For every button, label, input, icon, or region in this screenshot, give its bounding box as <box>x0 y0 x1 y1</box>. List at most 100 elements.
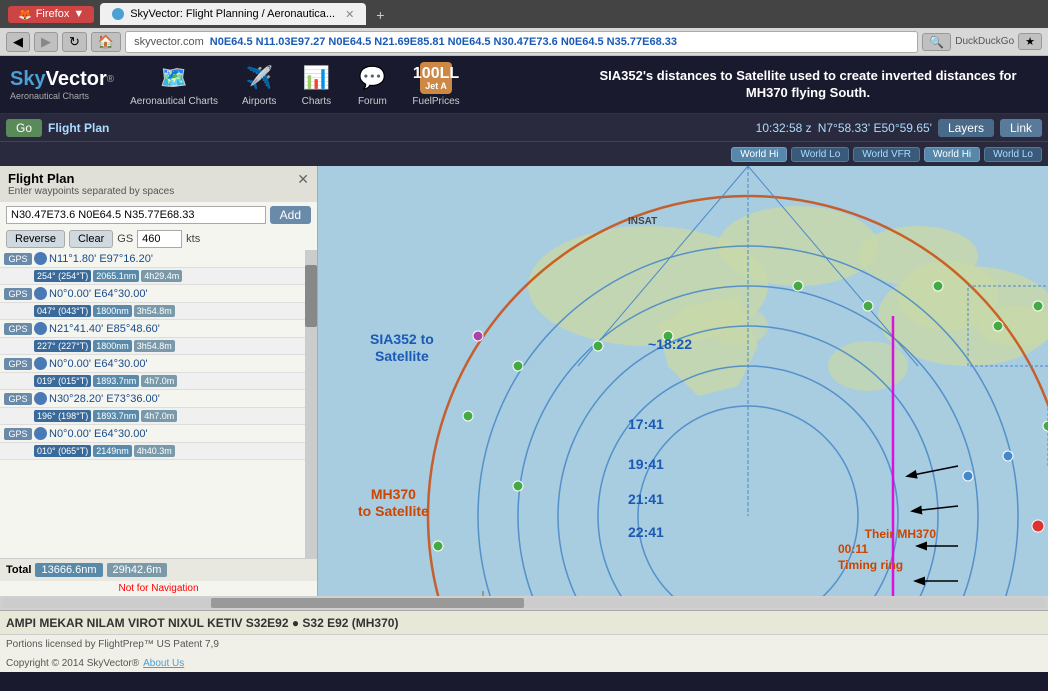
bottom-text-bar: AMPI MEKAR NILAM VIROT NIXUL KETIV S32E9… <box>0 610 1048 634</box>
forum-icon: 💬 <box>356 62 388 94</box>
wp-bearing-1: 047° (043°T) <box>34 305 91 317</box>
fp-reverse-btn[interactable]: Reverse <box>6 230 65 248</box>
bottom-scrollbar[interactable] <box>0 596 1048 610</box>
wp-globe-4[interactable] <box>34 392 47 405</box>
gs-label: GS <box>117 233 133 245</box>
url-bar-container: skyvector.com N0E64.5 N11.03E97.27 N0E64… <box>125 31 918 53</box>
charts-icon: 🗺️ <box>158 62 190 94</box>
layer-world-lo-2[interactable]: World Lo <box>984 147 1042 162</box>
fp-waypoint-input[interactable] <box>6 206 266 224</box>
sv-header: Sky Vector ® Aeronautical Charts 🗺️ Aero… <box>0 56 1048 114</box>
wp-globe-3[interactable] <box>34 357 47 370</box>
wp-dist-2: 1800nm <box>93 340 132 352</box>
waypoint-row-5: GPS N0°0.00' E64°30.00' <box>0 425 317 443</box>
url-domain: skyvector.com <box>134 36 204 48</box>
sv-logo-vector: Vector <box>46 68 107 91</box>
layer-world-hi-2[interactable]: World Hi <box>924 147 980 162</box>
fp-input-row: Add <box>0 202 317 228</box>
gs-input[interactable] <box>137 230 182 248</box>
layers-button[interactable]: Layers <box>938 119 994 137</box>
wp-bearing-0: 254° (254°T) <box>34 270 91 282</box>
link-button[interactable]: Link <box>1000 119 1042 137</box>
sv-logo-sky: Sky <box>10 68 46 91</box>
bottom-bar: Copyright © 2014 SkyVector® About Us <box>0 654 1048 672</box>
waypoint-row-3b: 019° (015°T) 1893.7nm 4h7.0m <box>0 373 317 390</box>
fp-total-label: Total <box>6 564 31 576</box>
waypoint-row-3: GPS N0°0.00' E64°30.00' <box>0 355 317 373</box>
go-button[interactable]: Go <box>6 119 42 137</box>
forward-btn[interactable]: ▶ <box>34 32 58 52</box>
layer-world-hi-1[interactable]: World Hi <box>731 147 787 162</box>
airports-label: Airports <box>242 96 276 107</box>
sv-logo[interactable]: Sky Vector ® Aeronautical Charts <box>10 68 114 101</box>
sv-logo-sub: Aeronautical Charts <box>10 91 114 101</box>
nav-charts2[interactable]: 📊 Charts <box>292 58 340 111</box>
toolbar-coords: N7°58.33' E50°59.65' <box>818 121 932 135</box>
fp-add-button[interactable]: Add <box>270 206 311 224</box>
waypoints-list: GPS N11°1.80' E97°16.20' 254° (254°T) 20… <box>0 250 317 558</box>
wp-time-3: 4h7.0m <box>141 375 177 387</box>
wp-dist-5: 2149nm <box>93 445 132 457</box>
fp-total-time: 29h42.6m <box>107 563 168 577</box>
toolbar-time: 10:32:58 z <box>756 121 812 135</box>
h-scroll-thumb[interactable] <box>211 598 524 608</box>
wp-time-0: 4h29.4m <box>141 270 182 282</box>
wp-time-4: 4h7.0m <box>141 410 177 422</box>
wp-globe-1[interactable] <box>34 287 47 300</box>
home-btn[interactable]: 🏠 <box>91 32 121 52</box>
wp-gps-5: GPS <box>4 428 32 440</box>
nav-airports[interactable]: ✈️ Airports <box>234 58 284 111</box>
wp-dist-1: 1800nm <box>93 305 132 317</box>
forum-label: Forum <box>358 96 387 107</box>
wp-bearing-5: 010° (065°T) <box>34 445 91 457</box>
sv-logo-reg: ® <box>107 74 114 85</box>
header-announcement: SIA352's distances to Satellite used to … <box>578 68 1038 102</box>
map-svg <box>318 166 1048 596</box>
waypoint-row-0b: 254° (254°T) 2065.1nm 4h29.4m <box>0 268 317 285</box>
layer-world-vfr[interactable]: World VFR <box>853 147 920 162</box>
wp-globe-0[interactable] <box>34 252 47 265</box>
search-btn[interactable]: 🔍 <box>922 33 951 51</box>
airports-icon: ✈️ <box>243 62 275 94</box>
new-tab-btn[interactable]: + <box>368 5 392 25</box>
duckduckgo-label: DuckDuckGo <box>955 36 1014 47</box>
fp-clear-btn[interactable]: Clear <box>69 230 113 248</box>
nav-charts[interactable]: 🗺️ Aeronautical Charts <box>122 58 226 111</box>
wp-gps-4: GPS <box>4 393 32 405</box>
wp-dist-3: 1893.7nm <box>93 375 139 387</box>
wp-globe-2[interactable] <box>34 322 47 335</box>
tab-close[interactable]: ✕ <box>345 8 354 21</box>
wp-globe-5[interactable] <box>34 427 47 440</box>
about-us-link[interactable]: About Us <box>143 658 184 669</box>
scroll-thumb[interactable] <box>305 265 317 327</box>
footer-copyright: Copyright © 2014 SkyVector® <box>6 658 139 669</box>
wp-name-3: N0°0.00' E64°30.00' <box>49 358 313 370</box>
waypoint-row-2: GPS N21°41.40' E85°48.60' <box>0 320 317 338</box>
browser-menu[interactable]: 🦊 Firefox ▼ <box>8 6 94 23</box>
wp-gps-2: GPS <box>4 323 32 335</box>
wp-bearing-2: 227° (227°T) <box>34 340 91 352</box>
wp-gps-3: GPS <box>4 358 32 370</box>
wp-name-5: N0°0.00' E64°30.00' <box>49 428 313 440</box>
fp-close-btn[interactable]: ✕ <box>297 171 309 188</box>
layer-world-lo-1[interactable]: World Lo <box>791 147 849 162</box>
wp-time-5: 4h40.3m <box>134 445 175 457</box>
bookmark-btn[interactable]: ★ <box>1018 33 1042 50</box>
nav-fuel[interactable]: 100LLJet A FuelPrices <box>404 58 467 111</box>
map-container[interactable]: SIA352 to Satellite MH370 to Satellite ~… <box>318 166 1048 596</box>
h-scroll-track[interactable] <box>2 598 1046 608</box>
browser-navbar: ◀ ▶ ↻ 🏠 skyvector.com N0E64.5 N11.03E97.… <box>0 28 1048 56</box>
fp-total-dist: 13666.6nm <box>35 563 102 577</box>
active-tab[interactable]: SkyVector: Flight Planning / Aeronautica… <box>100 3 366 25</box>
tab-favicon <box>112 8 124 20</box>
nav-forum[interactable]: 💬 Forum <box>348 58 396 111</box>
scroll-track[interactable] <box>305 250 317 558</box>
waypoint-row-5b: 010° (065°T) 2149nm 4h40.3m <box>0 443 317 460</box>
back-btn[interactable]: ◀ <box>6 32 30 52</box>
flight-plan-label: Flight Plan <box>48 121 109 135</box>
wp-time-1: 3h54.8m <box>134 305 175 317</box>
charts2-icon: 📊 <box>300 62 332 94</box>
wp-time-2: 3h54.8m <box>134 340 175 352</box>
reload-btn[interactable]: ↻ <box>62 32 87 52</box>
wp-gps-0: GPS <box>4 253 32 265</box>
